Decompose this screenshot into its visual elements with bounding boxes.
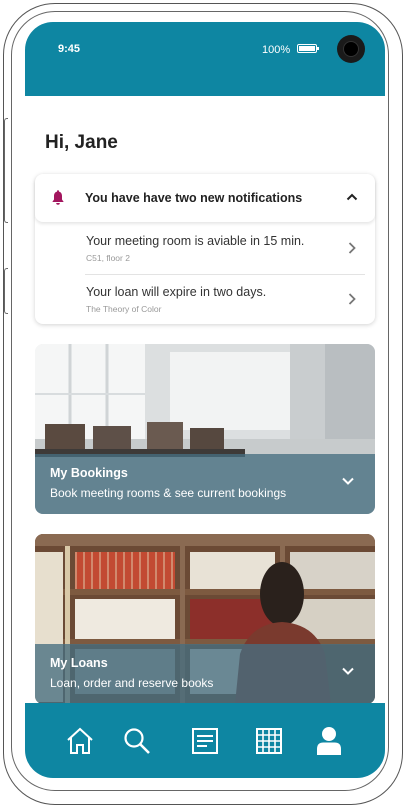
app-screen: 9:45 100% Hi, Jane You have have two new…: [25, 22, 385, 778]
bottom-nav: [25, 703, 385, 778]
notifications-header[interactable]: You have have two new notifications: [35, 174, 375, 222]
battery-percent: 100%: [262, 44, 291, 56]
battery-icon: [297, 44, 319, 53]
chevron-up-icon[interactable]: [345, 190, 359, 204]
loans-card[interactable]: My Loans Loan, order and reserve books: [35, 534, 375, 704]
notifications-title: You have have two new notifications: [85, 191, 303, 205]
loans-overlay: My Loans Loan, order and reserve books: [35, 644, 375, 704]
search-icon[interactable]: [121, 725, 153, 757]
bell-icon: [52, 190, 64, 205]
chevron-right-icon: [348, 242, 356, 254]
grid-icon[interactable]: [253, 725, 285, 757]
volume-button: [4, 118, 8, 223]
bookings-title: My Bookings: [50, 466, 128, 480]
chevron-right-icon: [348, 293, 356, 305]
home-icon[interactable]: [64, 725, 96, 757]
notification-text: Your loan will expire in two days.: [86, 285, 267, 299]
bookings-card[interactable]: My Bookings Book meeting rooms & see cur…: [35, 344, 375, 514]
power-button: [4, 268, 8, 314]
notifications-card: You have have two new notifications Your…: [35, 174, 375, 324]
loans-title: My Loans: [50, 656, 108, 670]
camera-icon: [337, 35, 365, 63]
chevron-down-icon[interactable]: [341, 666, 355, 676]
chevron-down-icon[interactable]: [341, 476, 355, 486]
status-bar: 9:45 100%: [25, 22, 385, 96]
notification-subtext: The Theory of Color: [86, 304, 162, 314]
notification-item[interactable]: Your meeting room is aviable in 15 min. …: [35, 224, 375, 274]
greeting-title: Hi, Jane: [45, 132, 118, 153]
bookings-subtitle: Book meeting rooms & see current booking…: [50, 486, 287, 500]
notification-text: Your meeting room is aviable in 15 min.: [86, 234, 305, 248]
profile-icon[interactable]: [313, 725, 345, 757]
notification-subtext: C51, floor 2: [86, 253, 130, 263]
notification-item[interactable]: Your loan will expire in two days. The T…: [35, 275, 375, 325]
loans-subtitle: Loan, order and reserve books: [50, 676, 214, 690]
document-icon[interactable]: [189, 725, 221, 757]
bookings-overlay: My Bookings Book meeting rooms & see cur…: [35, 454, 375, 514]
status-time: 9:45: [58, 43, 81, 55]
